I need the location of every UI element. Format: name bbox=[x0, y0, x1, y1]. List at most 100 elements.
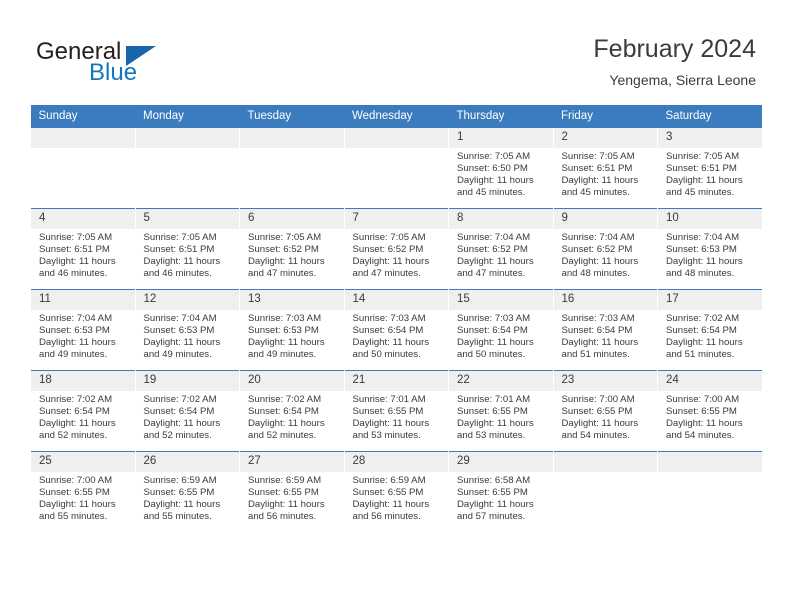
sunrise-time: Sunrise: 7:05 AM bbox=[39, 232, 113, 243]
sunrise-time: Sunrise: 6:58 AM bbox=[457, 475, 531, 486]
sunset-time: Sunset: 6:55 PM bbox=[561, 406, 633, 418]
sunset-time: Sunset: 6:53 PM bbox=[248, 325, 319, 337]
calendar-day-cell[interactable]: 20 Sunrise: 7:02 AM Sunset: 6:54 PM Dayligh… bbox=[239, 370, 344, 452]
calendar-day-cell[interactable]: 15 Sunrise: 7:03 AM Sunset: 6:54 PM Dayligh… bbox=[448, 289, 553, 371]
day-sun-info: Sunrise: 7:05 AM Sunset: 6:51 PM Daylight:… bbox=[136, 229, 240, 280]
day-number bbox=[31, 128, 135, 148]
calendar-day-cell[interactable]: 16 Sunrise: 7:03 AM Sunset: 6:54 PM Dayligh… bbox=[552, 289, 658, 371]
day-sun-info: Sunrise: 7:01 AM Sunset: 6:55 PM Daylight:… bbox=[449, 391, 553, 442]
general-blue-logo[interactable]: General Blue bbox=[36, 38, 236, 86]
calendar-week-row: 11 Sunrise: 7:04 AM Sunset: 6:53 PM Dayligh… bbox=[30, 289, 762, 371]
calendar-day-cell[interactable]: 10 Sunrise: 7:04 AM Sunset: 6:53 PM Dayligh… bbox=[657, 208, 762, 290]
daylight-duration-line1: Daylight: 11 hours bbox=[666, 418, 743, 430]
daylight-duration-line2: and 52 minutes. bbox=[248, 430, 317, 442]
day-sun-info: Sunrise: 7:04 AM Sunset: 6:53 PM Daylight:… bbox=[31, 310, 135, 361]
day-sun-info: Sunrise: 6:59 AM Sunset: 6:55 PM Daylight:… bbox=[136, 472, 240, 523]
day-cell-inner: 25 Sunrise: 7:00 AM Sunset: 6:55 PM Dayligh… bbox=[31, 452, 135, 532]
day-cell-inner bbox=[553, 452, 657, 532]
calendar-week-row: 18 Sunrise: 7:02 AM Sunset: 6:54 PM Dayligh… bbox=[30, 370, 762, 452]
page-header: General Blue February 2024 Yengema, Sier… bbox=[0, 0, 792, 104]
calendar-day-cell[interactable]: 22 Sunrise: 7:01 AM Sunset: 6:55 PM Dayligh… bbox=[448, 370, 553, 452]
daylight-duration-line1: Daylight: 11 hours bbox=[352, 256, 430, 268]
daylight-duration-line1: Daylight: 11 hours bbox=[143, 256, 221, 268]
calendar-day-cell[interactable]: 13 Sunrise: 7:03 AM Sunset: 6:53 PM Dayligh… bbox=[239, 289, 344, 371]
day-number bbox=[135, 128, 239, 148]
calendar-day-cell[interactable]: 28 Sunrise: 6:59 AM Sunset: 6:55 PM Dayligh… bbox=[343, 451, 449, 532]
calendar-day-cell[interactable]: 18 Sunrise: 7:02 AM Sunset: 6:54 PM Dayligh… bbox=[30, 370, 135, 452]
sunset-time: Sunset: 6:55 PM bbox=[457, 487, 528, 499]
day-cell-inner: 3 Sunrise: 7:05 AM Sunset: 6:51 PM Daylight… bbox=[658, 128, 762, 208]
calendar-day-cell[interactable]: 24 Sunrise: 7:00 AM Sunset: 6:55 PM Dayligh… bbox=[657, 370, 762, 452]
sunrise-time: Sunrise: 7:00 AM bbox=[39, 475, 113, 486]
sunset-time: Sunset: 6:55 PM bbox=[666, 406, 737, 418]
sunset-time: Sunset: 6:52 PM bbox=[352, 244, 424, 256]
calendar-day-cell[interactable]: 19 Sunrise: 7:02 AM Sunset: 6:54 PM Dayligh… bbox=[134, 370, 240, 452]
calendar-day-cell[interactable]: 9 Sunrise: 7:04 AM Sunset: 6:52 PM Daylight… bbox=[552, 208, 658, 290]
calendar-day-cell[interactable]: 11 Sunrise: 7:04 AM Sunset: 6:53 PM Dayligh… bbox=[30, 289, 135, 371]
sunset-time: Sunset: 6:51 PM bbox=[666, 163, 737, 175]
calendar-day-cell[interactable]: 1 Sunrise: 7:05 AM Sunset: 6:50 PM Daylight… bbox=[448, 127, 553, 209]
day-sun-info: Sunrise: 6:59 AM Sunset: 6:55 PM Daylight:… bbox=[345, 472, 449, 523]
calendar-day-cell[interactable]: 29 Sunrise: 6:58 AM Sunset: 6:55 PM Dayligh… bbox=[448, 451, 553, 532]
sunrise-time: Sunrise: 7:00 AM bbox=[666, 394, 740, 405]
calendar-day-cell[interactable]: 17 Sunrise: 7:02 AM Sunset: 6:54 PM Dayligh… bbox=[657, 289, 762, 371]
calendar-day-cell[interactable]: 23 Sunrise: 7:00 AM Sunset: 6:55 PM Dayligh… bbox=[552, 370, 658, 452]
page-subtitle: Yengema, Sierra Leone bbox=[609, 72, 756, 88]
daylight-duration-line2: and 49 minutes. bbox=[39, 349, 108, 361]
calendar-day-cell[interactable]: 4 Sunrise: 7:05 AM Sunset: 6:51 PM Daylight… bbox=[30, 208, 135, 290]
day-number bbox=[240, 128, 344, 148]
sunset-time: Sunset: 6:54 PM bbox=[561, 325, 633, 337]
daylight-duration-line1: Daylight: 11 hours bbox=[457, 256, 534, 268]
sunrise-time: Sunrise: 6:59 AM bbox=[143, 475, 217, 486]
daylight-duration-line1: Daylight: 11 hours bbox=[143, 499, 221, 511]
day-sun-info: Sunrise: 7:04 AM Sunset: 6:52 PM Daylight:… bbox=[449, 229, 553, 280]
day-cell-inner: 27 Sunrise: 6:59 AM Sunset: 6:55 PM Dayligh… bbox=[240, 452, 344, 532]
calendar-day-cell[interactable]: 5 Sunrise: 7:05 AM Sunset: 6:51 PM Daylight… bbox=[134, 208, 240, 290]
calendar-day-cell[interactable]: 25 Sunrise: 7:00 AM Sunset: 6:55 PM Dayligh… bbox=[30, 451, 135, 532]
day-number: 27 bbox=[240, 452, 344, 472]
sunset-time: Sunset: 6:53 PM bbox=[666, 244, 737, 256]
calendar-day-cell[interactable]: 26 Sunrise: 6:59 AM Sunset: 6:55 PM Dayligh… bbox=[134, 451, 240, 532]
daylight-duration-line1: Daylight: 11 hours bbox=[561, 175, 639, 187]
weekday-header-wednesday: Wednesday bbox=[344, 105, 449, 128]
title-block: February 2024 Yengema, Sierra Leone bbox=[593, 34, 756, 90]
calendar-day-cell[interactable]: 7 Sunrise: 7:05 AM Sunset: 6:52 PM Daylight… bbox=[343, 208, 449, 290]
day-sun-info: Sunrise: 7:00 AM Sunset: 6:55 PM Daylight:… bbox=[658, 391, 762, 442]
sunrise-time: Sunrise: 7:05 AM bbox=[666, 151, 740, 162]
calendar-day-cell[interactable]: 6 Sunrise: 7:05 AM Sunset: 6:52 PM Daylight… bbox=[239, 208, 344, 290]
day-cell-inner: 10 Sunrise: 7:04 AM Sunset: 6:53 PM Dayligh… bbox=[658, 209, 762, 289]
calendar-day-cell[interactable]: 27 Sunrise: 6:59 AM Sunset: 6:55 PM Dayligh… bbox=[239, 451, 344, 532]
weekday-header-thursday: Thursday bbox=[448, 105, 553, 128]
day-number: 8 bbox=[449, 209, 553, 229]
day-cell-inner: 20 Sunrise: 7:02 AM Sunset: 6:54 PM Dayligh… bbox=[240, 371, 344, 451]
day-cell-inner: 7 Sunrise: 7:05 AM Sunset: 6:52 PM Daylight… bbox=[344, 209, 448, 289]
calendar-day-cell[interactable]: 21 Sunrise: 7:01 AM Sunset: 6:55 PM Dayligh… bbox=[343, 370, 449, 452]
day-number: 2 bbox=[553, 128, 657, 148]
daylight-duration-line2: and 49 minutes. bbox=[248, 349, 317, 361]
daylight-duration-line2: and 45 minutes. bbox=[561, 187, 630, 199]
daylight-duration-line1: Daylight: 11 hours bbox=[352, 499, 430, 511]
weekday-header-tuesday: Tuesday bbox=[239, 105, 344, 128]
calendar-day-cell-empty bbox=[30, 127, 135, 209]
day-number: 9 bbox=[553, 209, 657, 229]
calendar-day-cell[interactable]: 2 Sunrise: 7:05 AM Sunset: 6:51 PM Daylight… bbox=[552, 127, 658, 209]
calendar-day-cell-empty bbox=[239, 127, 344, 209]
day-number: 10 bbox=[658, 209, 762, 229]
day-sun-info: Sunrise: 7:01 AM Sunset: 6:55 PM Daylight:… bbox=[345, 391, 449, 442]
calendar-day-cell[interactable]: 12 Sunrise: 7:04 AM Sunset: 6:53 PM Dayligh… bbox=[134, 289, 240, 371]
sunrise-time: Sunrise: 7:03 AM bbox=[457, 313, 531, 324]
calendar-day-cell[interactable]: 3 Sunrise: 7:05 AM Sunset: 6:51 PM Daylight… bbox=[657, 127, 762, 209]
calendar-week-row: 4 Sunrise: 7:05 AM Sunset: 6:51 PM Daylight… bbox=[30, 208, 762, 290]
day-sun-info: Sunrise: 7:05 AM Sunset: 6:51 PM Daylight:… bbox=[31, 229, 135, 280]
sunset-time: Sunset: 6:50 PM bbox=[457, 163, 528, 175]
day-cell-inner: 11 Sunrise: 7:04 AM Sunset: 6:53 PM Dayligh… bbox=[31, 290, 135, 370]
day-cell-inner bbox=[344, 128, 448, 208]
daylight-duration-line1: Daylight: 11 hours bbox=[39, 337, 116, 349]
day-sun-info: Sunrise: 7:04 AM Sunset: 6:52 PM Daylight:… bbox=[554, 229, 658, 280]
day-number: 16 bbox=[553, 290, 657, 310]
calendar-day-cell[interactable]: 8 Sunrise: 7:04 AM Sunset: 6:52 PM Daylight… bbox=[448, 208, 553, 290]
sunrise-time: Sunrise: 7:04 AM bbox=[457, 232, 531, 243]
daylight-duration-line2: and 49 minutes. bbox=[143, 349, 212, 361]
sunset-time: Sunset: 6:53 PM bbox=[143, 325, 215, 337]
calendar-day-cell[interactable]: 14 Sunrise: 7:03 AM Sunset: 6:54 PM Dayligh… bbox=[343, 289, 449, 371]
